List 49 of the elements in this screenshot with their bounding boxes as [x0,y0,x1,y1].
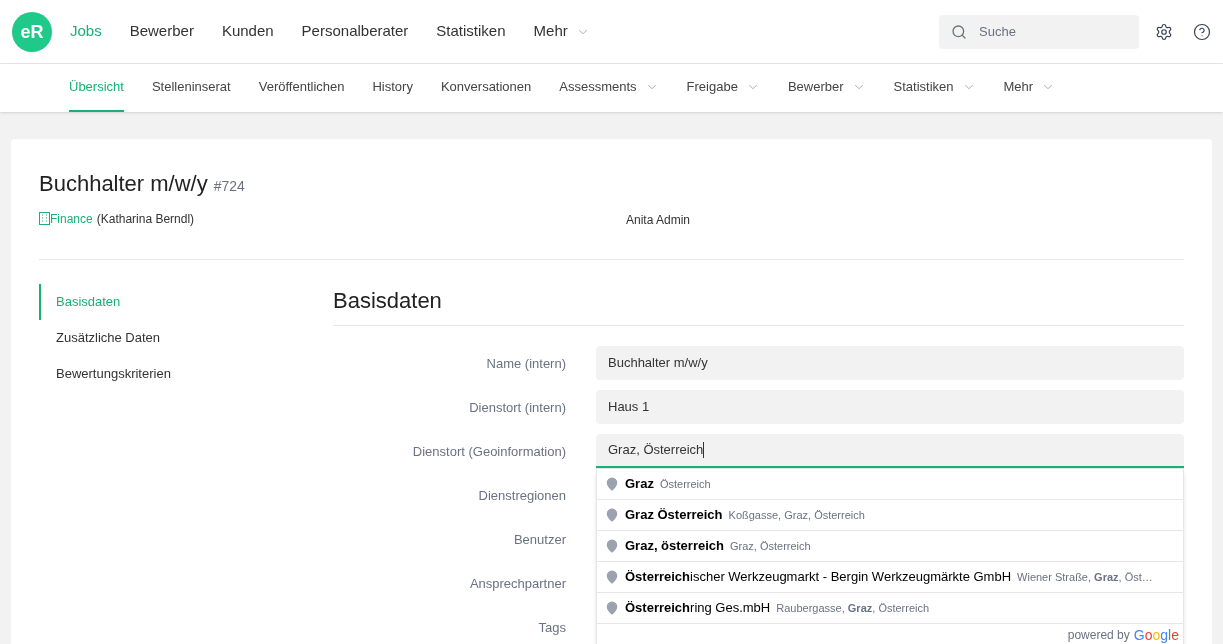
nav-link[interactable]: Kunden [221,20,274,43]
field-label: Tags [538,620,566,635]
side-menu-item[interactable]: Zusätzliche Daten [39,320,333,356]
settings-icon[interactable] [1155,22,1173,41]
nav-link[interactable]: Statistiken [436,20,506,43]
attribution-text: powered by [1067,627,1130,644]
section-heading: Basisdaten [333,284,1184,326]
field-label: Dienstregionen [478,488,566,503]
job-number: #724 [213,177,245,196]
map-pin-icon [605,539,619,553]
input-field[interactable]: Graz, Österreich [596,434,1184,468]
tab[interactable]: Konversationen [440,64,532,112]
text-cursor [703,442,705,458]
side-menu-item[interactable]: Bewertungskriterien [39,356,333,392]
suggestion-item[interactable]: Graz, österreich Graz, Österreich [597,531,1183,562]
tab[interactable]: Bewerber [787,64,866,112]
map-pin-icon [605,508,619,522]
nav-link[interactable]: Mehr [533,20,590,43]
suggestion-item[interactable]: Graz Österreich Koßgasse, Graz, Österreich [597,500,1183,531]
owner-name: Anita Admin [626,212,691,229]
help-icon[interactable] [1193,22,1211,41]
tab[interactable]: History [372,64,413,112]
tab[interactable]: Assessments [559,64,659,112]
tab[interactable]: Mehr [1003,64,1056,112]
input-field[interactable]: Haus 1 [596,390,1184,424]
suggestion-item[interactable]: Österreichischer Werkzeugmarkt - Bergin Werkzeugmärkte GmbH Wiener Straße, Graz, Öst… [597,562,1183,593]
job-title: Buchhalter m/w/y [39,170,208,198]
nav-link[interactable]: Personalberater [301,20,409,43]
building-icon [39,212,50,225]
field-label: Benutzer [513,532,566,547]
suggestion-item[interactable]: Österreichring Ges.mbH Raubergasse, Graz, Österreich [597,593,1183,624]
search-field[interactable]: Suche [939,14,1139,49]
search-icon [951,23,967,40]
suggestion-item[interactable]: Graz Österreich [597,469,1183,500]
tab[interactable]: Freigabe [686,64,760,112]
nav-link[interactable]: Bewerber [129,20,194,43]
map-pin-icon [605,477,619,491]
field-label: Dienstort (intern) [469,400,566,415]
contact-person: (Katharina Berndl) [96,210,195,228]
map-pin-icon [605,570,619,584]
tab[interactable]: Veröffentlichen [258,64,345,112]
field-label: Name (intern) [486,356,566,371]
google-logo: Google [1133,625,1179,644]
map-pin-icon [605,601,619,615]
field-label: Dienstort (Geoinformation) [412,444,566,459]
tab[interactable]: Stelleninserat [151,64,231,112]
tab[interactable]: Statistiken [893,64,976,112]
field-label: Ansprechpartner [469,576,566,591]
input-field[interactable]: Buchhalter m/w/y [596,346,1184,380]
